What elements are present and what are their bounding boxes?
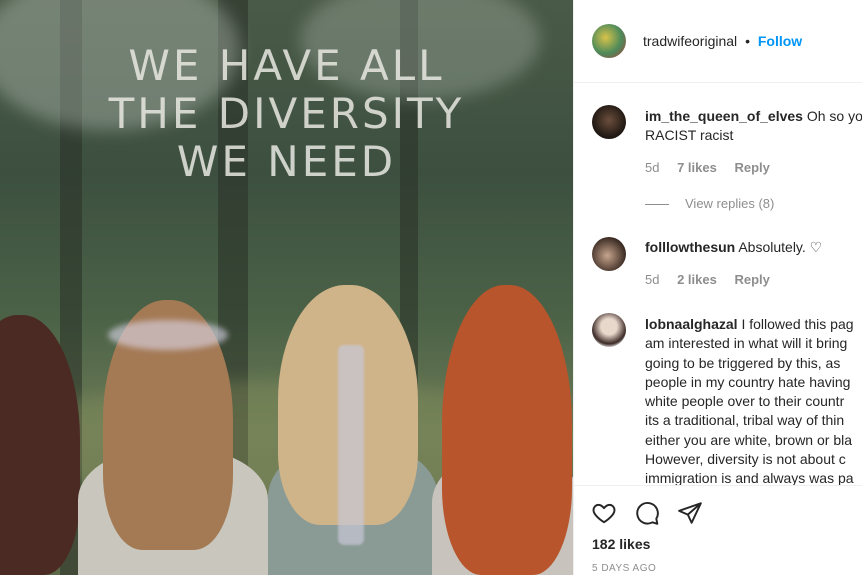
share-icon[interactable] — [677, 500, 703, 526]
comment-body-line: However, diversity is not about c — [645, 451, 846, 468]
comment-body-line: am interested in what will it bring — [645, 335, 848, 352]
header-username[interactable]: tradwifeoriginal — [643, 33, 737, 49]
comment-body-line: Oh so you — [806, 108, 862, 124]
overlay-line: THE DIVERSITY — [108, 89, 465, 138]
comments-list[interactable]: im_the_queen_of_elves Oh so you RACIST r… — [574, 83, 862, 485]
comment-text: im_the_queen_of_elves Oh so you RACIST r… — [645, 107, 862, 146]
image-overlay-text: WE HAVE ALL THE DIVERSITY WE NEED — [0, 42, 573, 186]
reply-button[interactable]: Reply — [734, 160, 769, 175]
figure-red-hair — [432, 285, 573, 575]
avatar[interactable] — [592, 24, 626, 58]
figure-light-brown-hair — [78, 300, 268, 575]
figure-blonde-hair — [258, 285, 448, 575]
reply-button[interactable]: Reply — [734, 272, 769, 287]
comment-body-line: either you are white, brown or bla — [645, 431, 852, 448]
post-date[interactable]: 5 DAYS AGO — [592, 563, 656, 574]
comment-likes[interactable]: 2 likes — [677, 272, 717, 287]
comment-time[interactable]: 5d — [645, 272, 659, 287]
comment-time[interactable]: 5d — [645, 160, 659, 175]
comment-body-line: RACIST racist — [645, 127, 734, 144]
post-actions: 182 likes 5 DAYS AGO — [574, 485, 862, 575]
comment-likes[interactable]: 7 likes — [677, 160, 717, 175]
heart-icon[interactable] — [591, 500, 617, 526]
comment-text: folllowthesun Absolutely. ♡ — [645, 238, 822, 257]
separator-dot: • — [745, 33, 750, 49]
divider — [645, 204, 669, 206]
overlay-line: WE HAVE ALL — [128, 41, 445, 90]
post-sidebar: tradwifeoriginal • Follow im_the_queen_o… — [573, 0, 862, 575]
overlay-line: WE NEED — [176, 137, 397, 186]
avatar[interactable] — [592, 237, 626, 271]
comment-body-line: I followed this pag — [741, 316, 854, 332]
comment-icon[interactable] — [634, 500, 660, 526]
comment-username[interactable]: lobnaalghazal — [645, 316, 738, 332]
comment-body-line: white people over to their countr — [645, 393, 845, 410]
avatar[interactable] — [592, 105, 626, 139]
comment-body-line: going to be triggered by this, as — [645, 354, 841, 371]
view-replies-label: View replies (8) — [685, 196, 775, 211]
like-count[interactable]: 182 likes — [592, 536, 650, 552]
follow-button[interactable]: Follow — [758, 33, 802, 49]
comment-body-line: immigration is and always was pa — [645, 470, 854, 485]
comment-meta: 5d 7 likes Reply — [645, 160, 784, 175]
post-image[interactable]: WE HAVE ALL THE DIVERSITY WE NEED — [0, 0, 573, 575]
figure-dark-hair — [0, 315, 80, 575]
comment-text: lobnaalghazal I followed this pag am int… — [645, 315, 854, 485]
comment-body-line: people in my country hate having — [645, 373, 851, 390]
view-replies-button[interactable]: View replies (8) — [645, 196, 774, 211]
comment-meta: 5d 2 likes Reply — [645, 272, 784, 287]
comment-body-line: Absolutely. ♡ — [738, 239, 823, 255]
comment-body-line: its a traditional, tribal way of thin — [645, 412, 845, 429]
post-header: tradwifeoriginal • Follow — [574, 0, 862, 83]
comment-username[interactable]: im_the_queen_of_elves — [645, 108, 803, 124]
comment-username[interactable]: folllowthesun — [645, 239, 735, 255]
avatar[interactable] — [592, 313, 626, 347]
